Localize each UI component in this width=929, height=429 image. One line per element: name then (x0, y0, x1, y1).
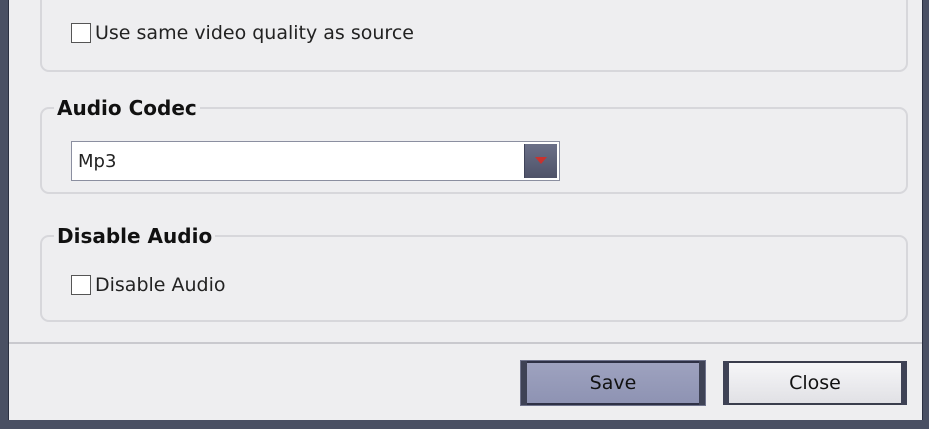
same-quality-option[interactable]: Use same video quality as source (71, 22, 414, 44)
window-bottom-border (0, 420, 929, 429)
audio-codec-select[interactable]: Mp3 (71, 141, 560, 181)
disable-audio-group: Disable Audio Disable Audio (40, 224, 908, 322)
same-quality-checkbox[interactable] (71, 23, 91, 43)
chevron-down-icon (535, 157, 547, 164)
audio-codec-dropdown-button[interactable] (524, 144, 557, 178)
video-quality-group: Use same video quality as source (40, 0, 908, 72)
audio-codec-title: Audio Codec (54, 96, 200, 120)
save-button[interactable]: Save (520, 360, 706, 406)
audio-codec-group: Audio Codec Mp3 (40, 96, 908, 194)
disable-audio-option[interactable]: Disable Audio (71, 274, 226, 296)
same-quality-label: Use same video quality as source (95, 22, 414, 44)
settings-window: Use same video quality as source Audio C… (8, 0, 923, 420)
audio-codec-value: Mp3 (78, 151, 117, 172)
disable-audio-title: Disable Audio (54, 224, 216, 248)
disable-audio-checkbox[interactable] (71, 275, 91, 295)
footer-divider (9, 342, 922, 344)
disable-audio-label: Disable Audio (95, 274, 226, 296)
close-button[interactable]: Close (723, 361, 907, 405)
